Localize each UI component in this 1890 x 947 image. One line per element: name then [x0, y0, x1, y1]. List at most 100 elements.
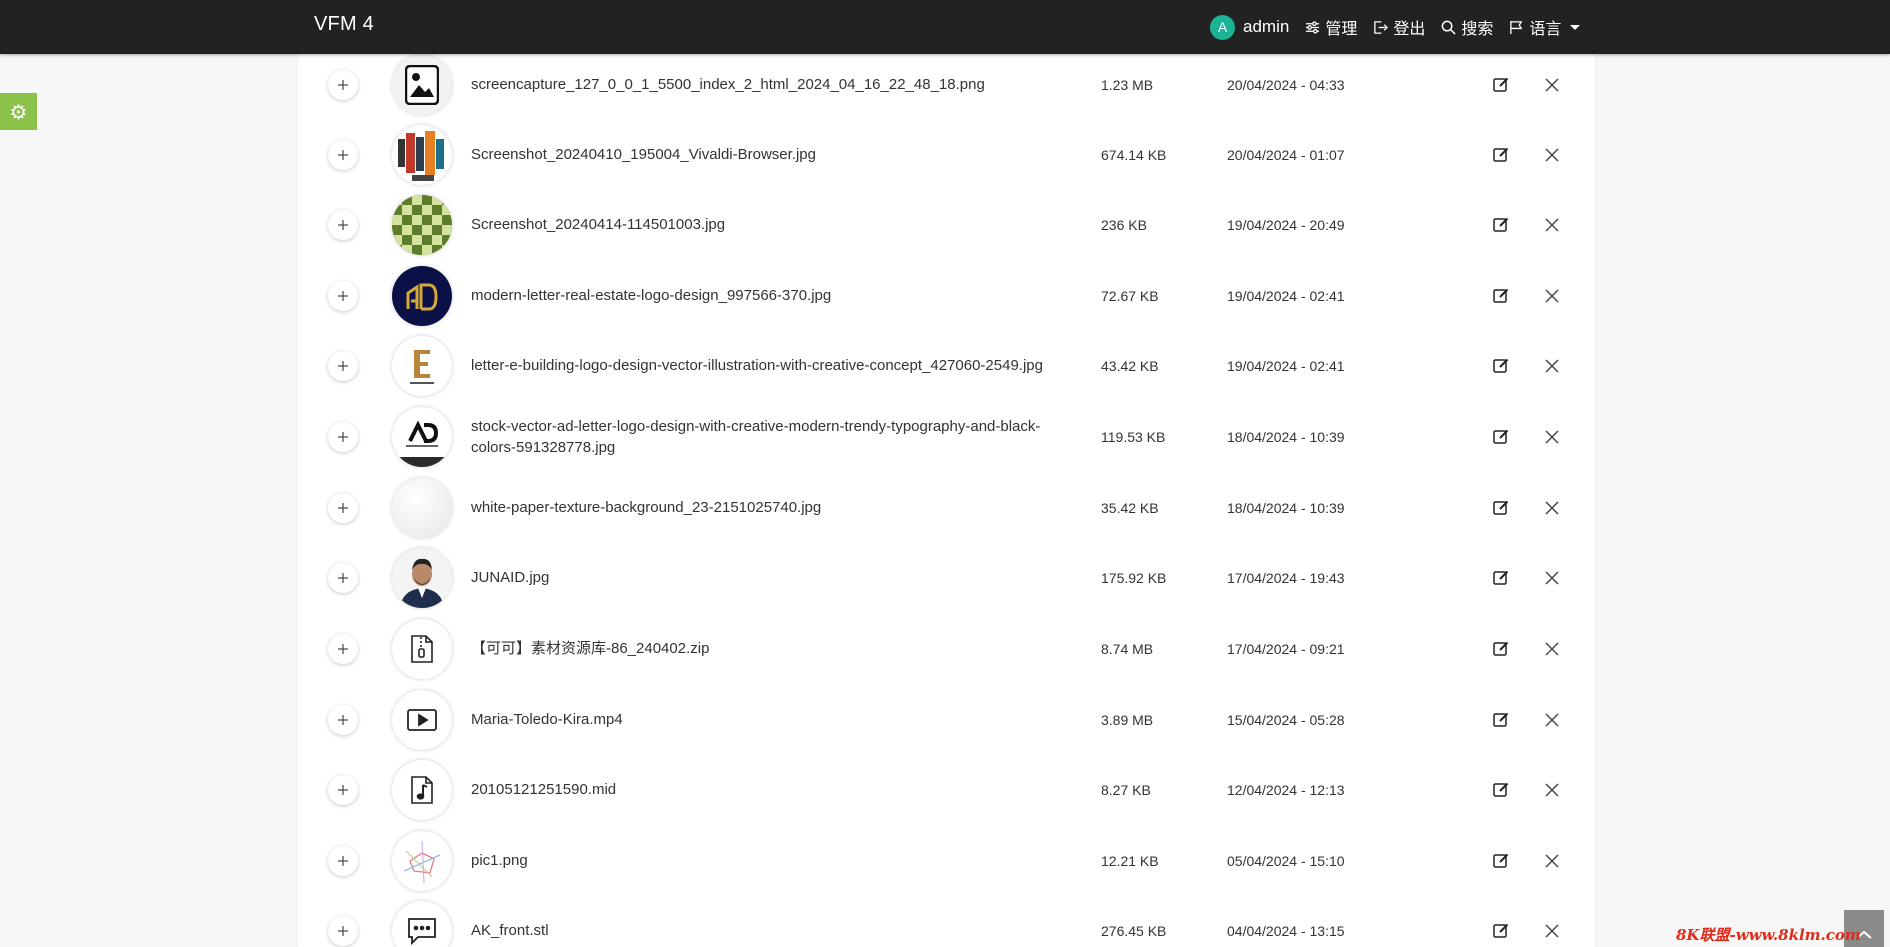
- plus-icon: [338, 856, 348, 866]
- file-row: AK_front.stl 276.45 KB 04/04/2024 - 13:1…: [298, 896, 1595, 947]
- close-icon[interactable]: [1543, 922, 1561, 940]
- close-icon[interactable]: [1543, 428, 1561, 446]
- edit-icon[interactable]: [1492, 216, 1510, 234]
- user-menu[interactable]: A admin: [1210, 14, 1290, 40]
- image-thumbnail[interactable]: [392, 831, 452, 891]
- logout-label: 登出: [1393, 19, 1426, 38]
- user-name: admin: [1243, 17, 1290, 36]
- close-icon[interactable]: [1543, 711, 1561, 729]
- user-avatar: A: [1210, 14, 1235, 40]
- edit-icon[interactable]: [1492, 781, 1510, 799]
- select-file-button[interactable]: [328, 705, 358, 735]
- plus-icon: [338, 150, 348, 160]
- file-name-link[interactable]: AK_front.stl: [471, 920, 1081, 941]
- file-size: 1.23 MB: [1101, 77, 1154, 93]
- plus-icon: [338, 644, 348, 654]
- edit-icon[interactable]: [1492, 711, 1510, 729]
- close-icon[interactable]: [1543, 216, 1561, 234]
- edit-icon[interactable]: [1492, 640, 1510, 658]
- edit-icon[interactable]: [1492, 569, 1510, 587]
- image-thumbnail[interactable]: [392, 478, 452, 538]
- file-date: 20/04/2024 - 01:07: [1227, 147, 1345, 163]
- chevron-down-icon: [1570, 24, 1581, 30]
- image-file-icon[interactable]: [392, 55, 452, 115]
- file-name-link[interactable]: letter-e-building-logo-design-vector-ill…: [471, 355, 1081, 376]
- file-name-link[interactable]: Screenshot_20240414-114501003.jpg: [471, 214, 1081, 235]
- edit-icon[interactable]: [1492, 428, 1510, 446]
- select-file-button[interactable]: [328, 351, 358, 381]
- edit-icon[interactable]: [1492, 357, 1510, 375]
- file-date: 20/04/2024 - 04:33: [1227, 77, 1345, 93]
- edit-icon[interactable]: [1492, 287, 1510, 305]
- file-name-link[interactable]: Maria-Toledo-Kira.mp4: [471, 709, 1081, 730]
- file-size: 119.53 KB: [1101, 429, 1166, 445]
- image-thumbnail[interactable]: [392, 548, 452, 608]
- select-file-button[interactable]: [328, 210, 358, 240]
- plus-icon: [338, 715, 348, 725]
- file-name-link[interactable]: JUNAID.jpg: [471, 567, 1081, 588]
- select-file-button[interactable]: [328, 422, 358, 452]
- search-link[interactable]: 搜索: [1441, 15, 1493, 39]
- admin-link[interactable]: 管理: [1305, 15, 1357, 39]
- generic-file-icon[interactable]: [392, 901, 452, 947]
- language-dropdown[interactable]: 语言: [1509, 15, 1581, 39]
- select-file-button[interactable]: [328, 493, 358, 523]
- audio-file-icon[interactable]: [392, 760, 452, 820]
- file-name-link[interactable]: screencapture_127_0_0_1_5500_index_2_htm…: [471, 74, 1081, 95]
- edit-icon[interactable]: [1492, 146, 1510, 164]
- logout-link[interactable]: 登出: [1373, 15, 1425, 39]
- select-file-button[interactable]: [328, 140, 358, 170]
- plus-icon: [338, 432, 348, 442]
- image-thumbnail[interactable]: [392, 125, 452, 185]
- file-row: 【可可】素材资源库-86_240402.zip 8.74 MB 17/04/20…: [298, 614, 1595, 684]
- zip-file-icon[interactable]: [392, 619, 452, 679]
- edit-icon[interactable]: [1492, 922, 1510, 940]
- file-name-link[interactable]: 20105121251590.mid: [471, 779, 1081, 800]
- close-icon[interactable]: [1543, 781, 1561, 799]
- select-file-button[interactable]: [328, 775, 358, 805]
- watermark: 8K联盟-www.8klm.com: [1676, 926, 1861, 944]
- close-icon[interactable]: [1543, 569, 1561, 587]
- select-file-button[interactable]: [328, 281, 358, 311]
- edit-icon[interactable]: [1492, 499, 1510, 517]
- admin-label: 管理: [1325, 19, 1358, 38]
- close-icon[interactable]: [1543, 357, 1561, 375]
- file-date: 19/04/2024 - 02:41: [1227, 358, 1345, 374]
- gear-icon: ⚙: [9, 99, 28, 124]
- edit-icon[interactable]: [1492, 852, 1510, 870]
- select-file-button[interactable]: [328, 70, 358, 100]
- brand-logo[interactable]: VFM 4: [314, 13, 374, 36]
- video-file-icon[interactable]: [392, 690, 452, 750]
- select-file-button[interactable]: [328, 846, 358, 876]
- image-thumbnail[interactable]: [392, 336, 452, 396]
- select-file-button[interactable]: [328, 634, 358, 664]
- plus-icon: [338, 291, 348, 301]
- file-size: 43.42 KB: [1101, 358, 1159, 374]
- edit-icon[interactable]: [1492, 76, 1510, 94]
- file-row: screencapture_127_0_0_1_5500_index_2_htm…: [298, 50, 1595, 120]
- file-name-link[interactable]: stock-vector-ad-letter-logo-design-with-…: [471, 416, 1081, 458]
- select-file-button[interactable]: [328, 916, 358, 946]
- file-date: 18/04/2024 - 10:39: [1227, 429, 1345, 445]
- close-icon[interactable]: [1543, 287, 1561, 305]
- plus-icon: [338, 785, 348, 795]
- file-date: 17/04/2024 - 19:43: [1227, 570, 1345, 586]
- image-thumbnail[interactable]: [392, 266, 452, 326]
- image-thumbnail[interactable]: [392, 195, 452, 255]
- close-icon[interactable]: [1543, 76, 1561, 94]
- close-icon[interactable]: [1543, 146, 1561, 164]
- file-name-link[interactable]: 【可可】素材资源库-86_240402.zip: [471, 638, 1081, 659]
- close-icon[interactable]: [1543, 852, 1561, 870]
- close-icon[interactable]: [1543, 499, 1561, 517]
- file-name-link[interactable]: Screenshot_20240410_195004_Vivaldi-Brows…: [471, 144, 1081, 165]
- file-name-link[interactable]: pic1.png: [471, 850, 1081, 871]
- file-name-link[interactable]: white-paper-texture-background_23-215102…: [471, 497, 1081, 518]
- plus-icon: [338, 80, 348, 90]
- file-name-link[interactable]: modern-letter-real-estate-logo-design_99…: [471, 285, 1081, 306]
- image-thumbnail[interactable]: [392, 407, 452, 467]
- settings-toggle-button[interactable]: ⚙: [0, 93, 37, 130]
- select-file-button[interactable]: [328, 563, 358, 593]
- file-row: pic1.png 12.21 KB 05/04/2024 - 15:10: [298, 826, 1595, 896]
- close-icon[interactable]: [1543, 640, 1561, 658]
- file-date: 19/04/2024 - 20:49: [1227, 217, 1345, 233]
